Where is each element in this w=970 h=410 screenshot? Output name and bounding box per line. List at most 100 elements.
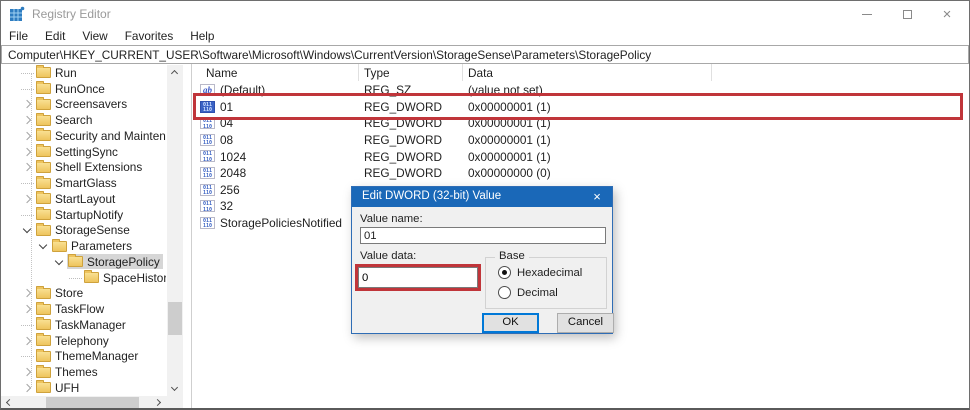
tree-item-label: Telephony (55, 333, 109, 348)
base-group-label: Base (495, 250, 529, 262)
tree-item-label: StartLayout (55, 191, 116, 206)
dialog-close-icon[interactable]: × (582, 187, 612, 207)
chevron-right-icon[interactable] (21, 97, 35, 111)
chevron-right-icon[interactable] (21, 286, 35, 300)
chevron-down-icon[interactable] (37, 239, 51, 253)
tree-vertical-scrollbar[interactable] (167, 65, 183, 396)
column-separator[interactable] (358, 64, 359, 81)
chevron-down-icon[interactable] (53, 255, 67, 269)
address-bar-input[interactable] (1, 45, 969, 64)
close-button[interactable]: × (927, 1, 967, 27)
chevron-right-icon[interactable] (21, 113, 35, 127)
tree-item-runonce[interactable]: RunOnce (1, 81, 166, 97)
menu-file[interactable]: File (9, 29, 28, 43)
tree-item-label: Screensavers (55, 97, 128, 112)
folder-icon (36, 207, 51, 221)
chevron-right-icon[interactable] (21, 160, 35, 174)
horizontal-scroll-thumb[interactable] (46, 397, 139, 408)
column-header-name[interactable]: Name (206, 66, 237, 80)
tree-dash (21, 349, 35, 363)
tree-item-shell-extensions[interactable]: Shell Extensions (1, 159, 166, 176)
title-bar: Registry Editor × (1, 1, 969, 27)
chevron-right-icon[interactable] (21, 145, 35, 159)
folder-icon (52, 238, 67, 252)
column-header-data[interactable]: Data (468, 66, 493, 80)
scroll-left-arrow[interactable] (1, 396, 17, 408)
chevron-right-icon[interactable] (21, 302, 35, 316)
column-separator[interactable] (462, 64, 463, 81)
tree-item-label: SmartGlass (55, 176, 117, 191)
folder-icon (36, 65, 51, 79)
menu-favorites[interactable]: Favorites (125, 29, 174, 43)
menu-help[interactable]: Help (190, 29, 214, 43)
radio-hexadecimal[interactable]: Hexadecimal (498, 266, 582, 279)
menu-edit[interactable]: Edit (45, 29, 65, 43)
tree-item-taskmanager[interactable]: TaskManager (1, 317, 166, 333)
maximize-button[interactable] (887, 1, 927, 27)
menu-bar: File Edit View Favorites Help (1, 27, 969, 45)
tree-item-label: UFH (55, 380, 80, 395)
tree-item-thememanager[interactable]: ThemeManager (1, 348, 166, 365)
tree-item-taskflow[interactable]: TaskFlow (1, 301, 166, 317)
registry-editor-window: Registry Editor × File Edit View Favorit… (0, 0, 970, 410)
tree-item-telephony[interactable]: Telephony (1, 333, 166, 349)
dword-value-icon (200, 183, 215, 196)
chevron-right-icon[interactable] (21, 334, 35, 348)
chevron-right-icon[interactable] (21, 365, 35, 379)
annotation-red-box-value-data (355, 264, 481, 291)
folder-icon (36, 380, 51, 394)
tree-item-store[interactable]: Store (1, 285, 166, 302)
folder-icon (68, 254, 83, 268)
tree-dash (21, 176, 35, 190)
tree-item-run[interactable]: Run (1, 65, 166, 81)
list-row-1024[interactable]: 1024REG_DWORD0x00000001 (1) (196, 148, 969, 165)
tree-item-security-and-maintenance[interactable]: Security and Maintenance (1, 128, 166, 144)
chevron-right-icon[interactable] (21, 129, 35, 143)
tree-item-parameters[interactable]: Parameters (1, 238, 166, 254)
tree-dash (69, 271, 83, 285)
tree-horizontal-scrollbar[interactable] (1, 396, 167, 408)
tree-item-spacehistory[interactable]: SpaceHistory (1, 270, 166, 286)
list-row-2048[interactable]: 2048REG_DWORD0x00000000 (0) (196, 165, 969, 182)
dword-value-icon (200, 133, 215, 146)
folder-icon (36, 128, 51, 142)
cancel-button[interactable]: Cancel (557, 313, 614, 333)
value-name-label: Value name: (360, 213, 423, 225)
scroll-right-arrow[interactable] (151, 396, 167, 408)
tree-item-themes[interactable]: Themes (1, 364, 166, 380)
value-data-input[interactable] (358, 267, 478, 288)
column-separator[interactable] (711, 64, 712, 81)
scroll-up-arrow[interactable] (167, 65, 183, 79)
tree-item-label: Search (55, 113, 93, 128)
tree-item-search[interactable]: Search (1, 112, 166, 128)
tree-item-startupnotify[interactable]: StartupNotify (1, 207, 166, 223)
value-name-input[interactable] (360, 227, 606, 244)
vertical-scroll-thumb[interactable] (168, 302, 182, 335)
chevron-right-icon[interactable] (21, 381, 35, 395)
radio-decimal[interactable]: Decimal (498, 286, 558, 299)
folder-icon (36, 285, 51, 299)
tree-dash (21, 82, 35, 96)
tree-item-label: StorageSense (55, 223, 130, 238)
tree-item-settingsync[interactable]: SettingSync (1, 144, 166, 160)
column-header-type[interactable]: Type (364, 66, 390, 80)
chevron-right-icon[interactable] (21, 192, 35, 206)
list-row-08[interactable]: 08REG_DWORD0x00000001 (1) (196, 132, 969, 149)
menu-view[interactable]: View (82, 29, 107, 43)
dword-value-icon (200, 166, 215, 179)
scroll-down-arrow[interactable] (167, 382, 183, 396)
ok-button[interactable]: OK (482, 313, 539, 333)
folder-icon (36, 333, 51, 347)
chevron-down-icon[interactable] (21, 223, 35, 237)
tree-item-label: Shell Extensions (55, 160, 143, 175)
tree-item-label: Themes (55, 365, 98, 380)
minimize-button[interactable] (847, 1, 887, 27)
tree-item-storagepolicy[interactable]: StoragePolicy (1, 254, 166, 270)
tree-item-storagesense[interactable]: StorageSense (1, 222, 166, 239)
tree-item-ufh[interactable]: UFH (1, 380, 166, 396)
folder-icon (84, 270, 99, 284)
tree-item-startlayout[interactable]: StartLayout (1, 191, 166, 207)
tree-item-screensavers[interactable]: Screensavers (1, 96, 166, 113)
tree-item-smartglass[interactable]: SmartGlass (1, 175, 166, 191)
tree-rows: Run RunOnce Screensavers Search Security… (1, 65, 166, 396)
